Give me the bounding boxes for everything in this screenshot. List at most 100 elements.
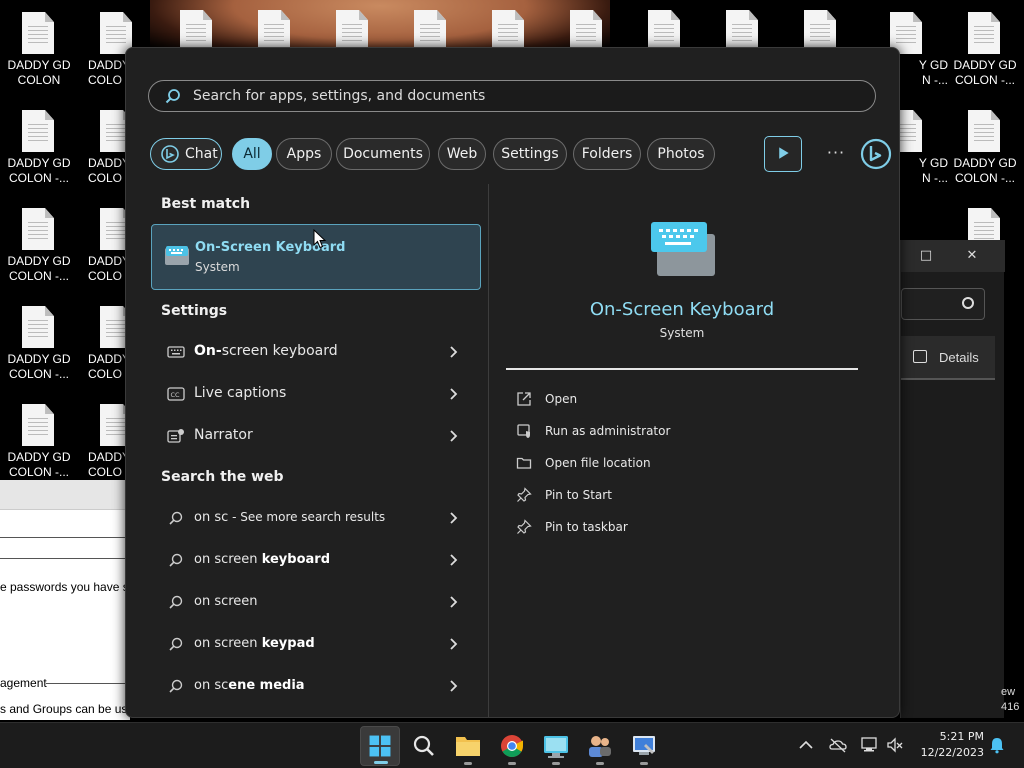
action-pin-to-taskbar[interactable]: Pin to taskbar	[516, 515, 816, 541]
more-filters-button[interactable]: ···	[824, 144, 848, 164]
chevron-right-icon	[450, 430, 458, 442]
background-text: 416	[1001, 701, 1020, 713]
settings-result-live-captions[interactable]: CC Live captions	[151, 374, 481, 414]
window-titlebar	[0, 480, 130, 510]
web-result[interactable]: on screen	[151, 582, 481, 622]
search-icon	[169, 637, 183, 651]
taskbar: 5:21 PM 12/22/2023	[0, 722, 1024, 768]
detail-app-title: On-Screen Keyboard	[589, 299, 775, 320]
settings-heading: Settings	[161, 303, 228, 319]
network-icon[interactable]	[860, 736, 878, 754]
web-result[interactable]: on sc - See more search results	[151, 498, 481, 538]
running-indicator	[640, 762, 648, 765]
document-icon	[492, 10, 524, 52]
keyboard-app-large-icon	[651, 222, 715, 276]
windows-logo-icon	[369, 735, 391, 757]
notification-bell-icon[interactable]	[988, 736, 1006, 754]
desktop-file-icon[interactable]: DADDY GD COLON -...	[946, 108, 1024, 200]
search-icon	[169, 511, 183, 525]
open-external-icon	[517, 392, 531, 406]
computer-management-icon	[633, 736, 655, 755]
search-placeholder: Search for apps, settings, and documents	[193, 88, 486, 104]
folder-icon	[516, 457, 532, 469]
desktop-file-label: DADDY GD COLON -...	[953, 58, 1017, 87]
volume-muted-icon[interactable]	[886, 736, 904, 754]
filter-chat[interactable]: Chat	[150, 138, 222, 170]
desktop-file-label: DADDY GD COLON -...	[7, 156, 71, 185]
pane-divider	[488, 184, 489, 717]
window-search-box[interactable]	[901, 288, 985, 320]
chevron-right-icon	[450, 596, 458, 608]
filter-web[interactable]: Web	[438, 138, 486, 170]
settings-result-onscreen-keyboard[interactable]: On-screen keyboard	[151, 332, 481, 372]
filter-chat-label: Chat	[185, 146, 218, 162]
web-result[interactable]: on screen keyboard	[151, 540, 481, 580]
filter-apps[interactable]: Apps	[276, 138, 332, 170]
desktop-file-label: Y GD N -...	[918, 156, 948, 185]
settings-result-label: Narrator	[194, 427, 253, 443]
filter-all[interactable]: All	[232, 138, 272, 170]
maximize-button[interactable]: □	[911, 246, 941, 266]
filter-photos[interactable]: Photos	[647, 138, 715, 170]
settings-result-label: On-screen keyboard	[194, 343, 338, 359]
document-icon	[22, 12, 54, 54]
taskbar-clock[interactable]: 5:21 PM 12/22/2023	[912, 729, 984, 761]
filter-scroll-play-button[interactable]	[764, 136, 802, 172]
details-button[interactable]: Details	[939, 350, 979, 365]
action-label: Open	[545, 392, 578, 406]
svg-text:CC: CC	[171, 391, 181, 399]
action-run-as-administrator[interactable]: Run as administrator	[516, 419, 816, 445]
details-pane-icon	[913, 350, 927, 363]
document-icon	[968, 12, 1000, 54]
search-icon	[169, 595, 183, 609]
taskbar-chrome[interactable]	[492, 726, 532, 766]
taskbar-search-button[interactable]	[404, 726, 444, 766]
web-result[interactable]: on scene media	[151, 666, 481, 706]
document-icon	[648, 10, 680, 52]
action-pin-to-start[interactable]: Pin to Start	[516, 483, 816, 509]
filter-folders[interactable]: Folders	[573, 138, 641, 170]
search-icon	[413, 735, 434, 756]
settings-result-label: Live captions	[194, 385, 287, 401]
taskbar-start-button[interactable]	[360, 726, 400, 766]
chevron-up-icon[interactable]	[797, 736, 815, 754]
keyboard-app-icon	[165, 246, 189, 265]
desktop-file-label: DADDY GD COLON	[7, 58, 71, 87]
narrator-icon	[167, 429, 184, 443]
web-result-label: on screen keypad	[194, 636, 315, 651]
taskbar-computer-management[interactable]	[624, 726, 664, 766]
document-icon	[570, 10, 602, 52]
desktop-file-label: Y GD N -...	[918, 58, 948, 87]
taskbar-onscreen-keyboard[interactable]	[536, 726, 576, 766]
bing-icon[interactable]	[860, 138, 892, 170]
document-icon	[336, 10, 368, 52]
chevron-right-icon	[450, 638, 458, 650]
chevron-right-icon	[450, 388, 458, 400]
running-indicator	[464, 762, 472, 765]
desktop-file-icon[interactable]: DADDY GD COLON -...	[0, 206, 78, 298]
search-input[interactable]: Search for apps, settings, and documents	[148, 80, 876, 112]
taskbar-users-app[interactable]	[580, 726, 620, 766]
desktop-file-icon[interactable]: DADDY GD COLON -...	[946, 10, 1024, 102]
start-search-panel: Search for apps, settings, and documents…	[125, 47, 900, 718]
settings-result-narrator[interactable]: Narrator	[151, 416, 481, 456]
pin-icon	[517, 487, 532, 502]
desktop-file-icon[interactable]: DADDY GD COLON	[0, 10, 78, 102]
filter-settings[interactable]: Settings	[493, 138, 567, 170]
monitor-icon	[544, 736, 568, 758]
action-open[interactable]: Open	[516, 387, 816, 413]
close-button[interactable]: ✕	[957, 246, 987, 266]
desktop-file-label: DADDY GD COLON -...	[7, 352, 71, 381]
search-icon	[165, 89, 180, 104]
users-icon	[589, 736, 611, 757]
web-result[interactable]: on screen keypad	[151, 624, 481, 664]
clock-date: 12/22/2023	[920, 746, 984, 759]
desktop-file-icon[interactable]: DADDY GD COLON -...	[0, 304, 78, 396]
web-result-label: on scene media	[194, 678, 305, 693]
taskbar-file-explorer[interactable]	[448, 726, 488, 766]
filter-documents[interactable]: Documents	[336, 138, 430, 170]
desktop-file-label: DADDY GD COLON -...	[953, 156, 1017, 185]
action-open-file-location[interactable]: Open file location	[516, 451, 816, 477]
onedrive-offline-icon[interactable]	[829, 736, 847, 754]
desktop-file-icon[interactable]: DADDY GD COLON -...	[0, 108, 78, 200]
